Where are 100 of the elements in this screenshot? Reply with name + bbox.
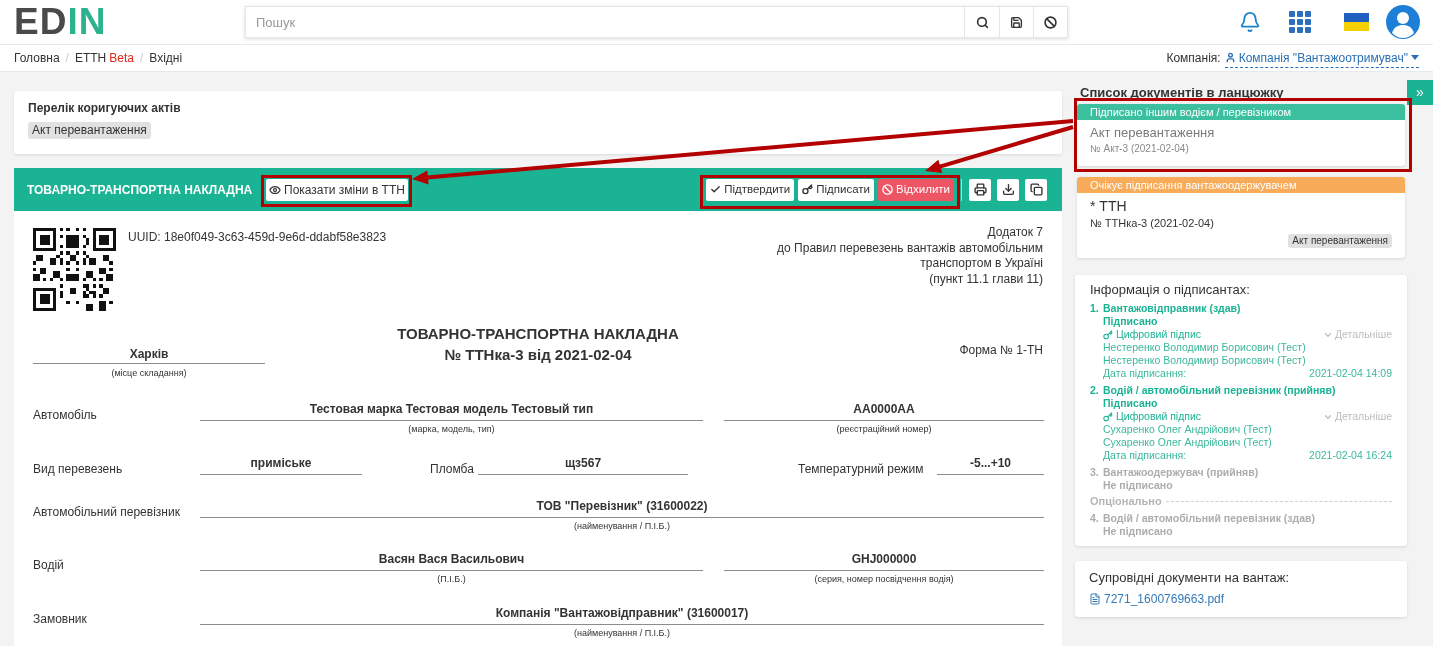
check-icon (710, 184, 722, 195)
signer-name: Нестеренко Володимир Борисович (Тест) (1103, 354, 1306, 367)
signer-status: Підписано (1103, 397, 1158, 410)
signing-date: 2021-02-04 16:24 (1309, 449, 1392, 462)
bell-icon[interactable] (1239, 11, 1261, 33)
signer-number: 4. (1090, 512, 1100, 526)
print-button[interactable] (969, 178, 991, 201)
card-title: Інформація о підписантах: (1090, 282, 1251, 298)
document-number: № ТТНка-3 від 2021-02-04 (444, 345, 632, 365)
chain-document-title: Акт перевантаження (1089, 124, 1216, 142)
search-button[interactable] (965, 6, 1000, 38)
signer-number: 1. (1090, 302, 1100, 316)
breadcrumb-link[interactable]: Головна (14, 49, 60, 67)
logo[interactable]: EDIN (14, 1, 107, 42)
company-label: Компанія: (1166, 50, 1221, 67)
signer-status: Підписано (1103, 315, 1158, 328)
ban-icon (882, 184, 894, 195)
breadcrumb-link[interactable]: ЕТТН (74, 49, 107, 67)
field-label: Замовник (33, 612, 87, 626)
date-label: Дата підписання: (1103, 367, 1187, 380)
signer-name: Нестеренко Володимир Борисович (Тест) (1103, 341, 1306, 354)
appendix-line: Додаток 7 (987, 225, 1043, 241)
apps-grid-icon[interactable] (1289, 11, 1311, 33)
optional-divider-label: Опціонально (1090, 494, 1162, 508)
copy-button[interactable] (1025, 178, 1047, 201)
company-name: Компанія "Вантажоотримувач" (1238, 49, 1408, 67)
status-band: Підписано іншим водієм / перевізником (1077, 104, 1405, 120)
appendix-line: до Правил перевезень вантажів автомобільним (777, 240, 1043, 256)
eye-icon (269, 183, 281, 196)
field-caption: (П.І.Б.) (436, 573, 467, 585)
chain-document-card[interactable]: Підписано іншим водієм / перевізником Акт перевантаження № Акт-3 (2021-02-04) (1077, 104, 1405, 166)
signer-role: Вантажоодержувач (прийняв) (1103, 466, 1259, 479)
field-caption: (марка, модель, тип) (407, 423, 496, 435)
signer-number: 2. (1090, 384, 1100, 398)
form-number: Форма № 1-ТН (959, 342, 1043, 358)
caret-icon (1411, 55, 1419, 60)
card-title: Супровідні документи на вантаж: (1089, 570, 1291, 586)
field-label: Температурний режим (798, 462, 924, 476)
field-value: Васян Вася Васильович (200, 552, 703, 571)
field-caption: (найменування / П.І.Б.) (572, 627, 671, 639)
field-value: приміське (200, 456, 362, 475)
signer-role: Водій / автомобільний перевізник (здав) (1103, 512, 1315, 525)
appendix-line: транспортом в Україні (920, 256, 1043, 272)
confirm-button[interactable]: Підтвердити (706, 178, 795, 201)
copy-icon (1029, 183, 1043, 196)
card-title: Перелік коригуючих актів (28, 100, 181, 116)
field-value: -5...+10 (937, 456, 1044, 475)
date-label: Дата підписання: (1103, 449, 1187, 462)
field-value: ТОВ "Перевізник" (31600022) (200, 499, 1044, 518)
signer-status: Не підписано (1103, 479, 1173, 492)
signature-type: Цифровий підпис (1116, 410, 1202, 423)
signing-date: 2021-02-04 14:09 (1309, 367, 1392, 380)
signer-name: Сухаренко Олег Андрійович (Тест) (1103, 423, 1272, 436)
breadcrumb-separator: / (139, 50, 144, 67)
signer-role: Вантажовідправник (здав) (1103, 302, 1241, 315)
field-caption: (місце складання) (110, 367, 188, 379)
breadcrumb-link[interactable]: Вхідні (149, 49, 183, 67)
field-value: Харків (33, 346, 265, 364)
signer-role: Водій / автомобільний перевізник (прийняв) (1103, 384, 1336, 397)
qr-code-icon (33, 228, 116, 311)
save-button[interactable] (1000, 6, 1034, 38)
act-tag[interactable]: Акт перевантаження (28, 122, 151, 139)
field-value: щз567 (478, 456, 688, 475)
field-label: Водій (33, 558, 64, 572)
appendix-line: (пункт 11.1 глави 11) (929, 271, 1043, 287)
show-changes-button[interactable]: Показати зміни в ТТН (266, 178, 408, 201)
field-caption: (серия, номер посвідчення водія) (813, 573, 955, 585)
field-label: Автомобільний перевізник (33, 505, 180, 519)
uuid-text: UUID: 18e0f049-3c63-459d-9e6d-ddabf58e3823 (128, 229, 387, 245)
field-label: Вид перевезень (33, 462, 123, 476)
status-band: Очікує підписання вантажоодержувачем (1077, 177, 1405, 193)
signer-status: Не підписано (1103, 525, 1173, 538)
ban-icon (1044, 15, 1057, 29)
user-icon (1224, 52, 1236, 63)
signer-name: Сухаренко Олег Андрійович (Тест) (1103, 436, 1272, 449)
printer-icon (973, 183, 987, 196)
act-tag[interactable]: Акт перевантаження (1288, 234, 1392, 248)
field-caption: (найменування / П.І.Б.) (572, 520, 671, 532)
field-value: GHJ000000 (724, 552, 1044, 571)
chain-document-number: № ТТНка-3 (2021-02-04) (1089, 216, 1215, 231)
key-icon (802, 184, 814, 195)
field-value: Компанія "Вантажовідправник" (31600017) (200, 606, 1044, 625)
search-field[interactable]: Пошук (245, 6, 965, 38)
chain-document-card[interactable]: Очікує підписання вантажоодержувачем * ТТН № ТТНка-3 (2021-02-04) Акт перевантаження (1077, 177, 1405, 258)
avatar-icon[interactable] (1386, 5, 1420, 39)
chain-document-title: * ТТН (1089, 197, 1128, 215)
document-title: ТОВАРНО-ТРАНСПОРТНА НАКЛАДНА (27, 181, 254, 199)
chain-title: Список документів в ланцюжку (1079, 85, 1285, 101)
download-icon (1001, 183, 1015, 196)
document-heading: ТОВАРНО-ТРАНСПОРТНА НАКЛАДНА (397, 324, 679, 344)
breadcrumb-separator: / (65, 50, 69, 67)
field-label: Автомобіль (33, 408, 97, 422)
attachment-link[interactable]: 7271_1600769663.pdf (1089, 591, 1393, 607)
flag-icon[interactable] (1344, 13, 1369, 31)
sign-button[interactable]: Підписати (798, 178, 875, 201)
clear-button[interactable] (1034, 6, 1068, 38)
download-button[interactable] (997, 178, 1019, 201)
company-selector[interactable]: Компанія "Вантажоотримувач" (1224, 48, 1419, 68)
chain-document-number: № Акт-3 (2021-02-04) (1089, 142, 1190, 156)
key-icon (1103, 329, 1113, 340)
